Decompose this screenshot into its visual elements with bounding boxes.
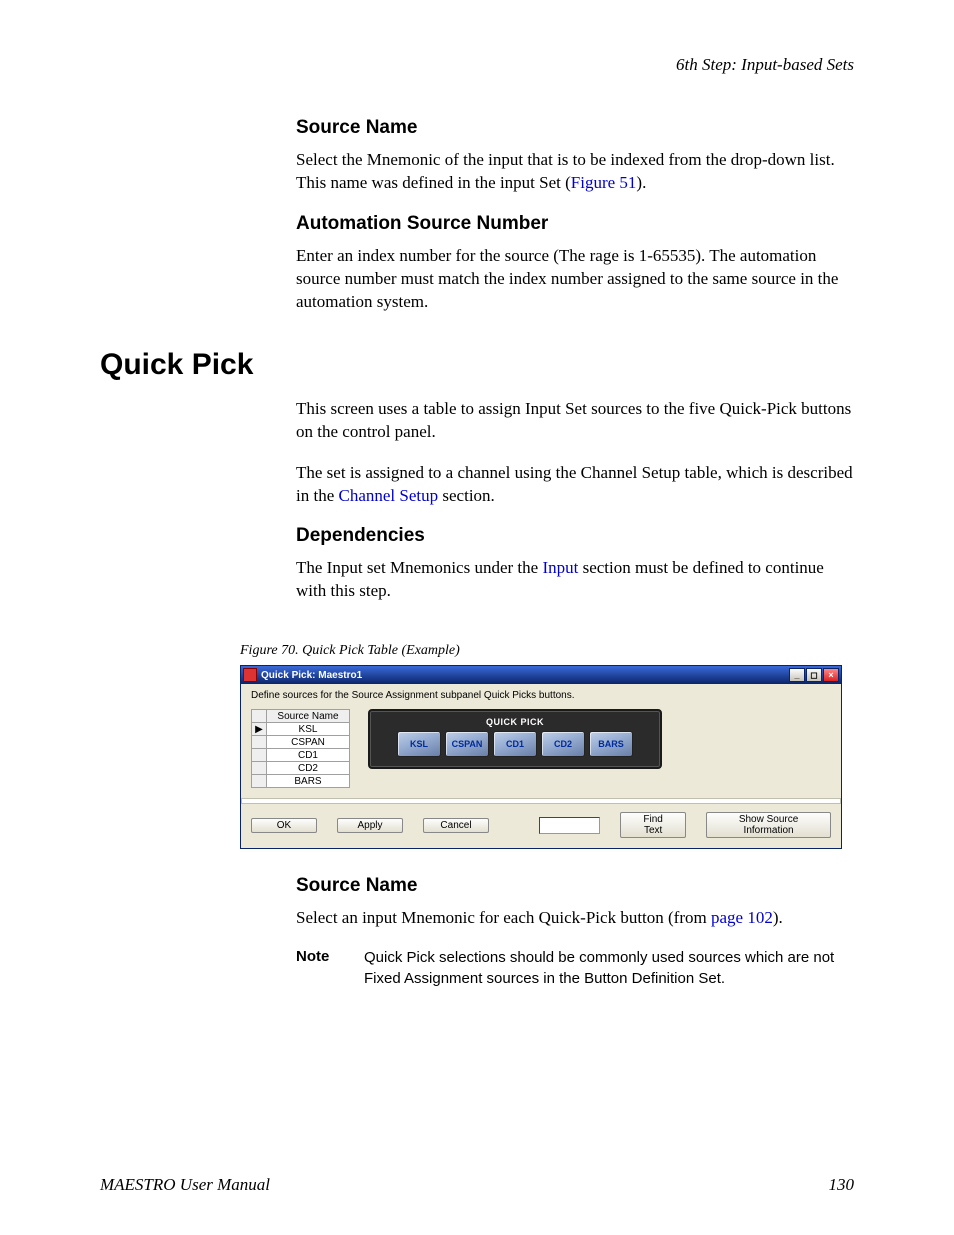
qp-button-3[interactable]: CD1 [493, 731, 537, 757]
source-grid[interactable]: Source Name ▶KSL CSPAN CD1 CD2 BARS [251, 709, 350, 788]
para-automation: Enter an index number for the source (Th… [296, 245, 854, 314]
find-text-button[interactable]: Find Text [620, 812, 686, 838]
cell[interactable]: CSPAN [267, 736, 350, 749]
footer-left: MAESTRO User Manual [100, 1175, 270, 1195]
para-source-name-2: Select an input Mnemonic for each Quick-… [296, 907, 854, 930]
para-source-name-1: Select the Mnemonic of the input that is… [296, 149, 854, 195]
table-row: CSPAN [252, 736, 350, 749]
divider [241, 798, 841, 804]
app-icon [243, 668, 257, 682]
link-channel-setup[interactable]: Channel Setup [339, 486, 439, 505]
row-selector[interactable] [252, 775, 267, 788]
note-label: Note [296, 948, 344, 989]
text: Select an input Mnemonic for each Quick-… [296, 908, 711, 927]
text: The Input set Mnemonics under the [296, 558, 542, 577]
running-head: 6th Step: Input-based Sets [100, 55, 854, 75]
para-qp-1: This screen uses a table to assign Input… [296, 398, 854, 444]
heading-source-name-1: Source Name [296, 117, 854, 139]
qp-button-5[interactable]: BARS [589, 731, 633, 757]
qp-button-1[interactable]: KSL [397, 731, 441, 757]
para-dependencies: The Input set Mnemonics under the Input … [296, 557, 854, 603]
row-selector[interactable] [252, 736, 267, 749]
qp-button-4[interactable]: CD2 [541, 731, 585, 757]
apply-button[interactable]: Apply [337, 818, 403, 833]
heading-automation-source-number: Automation Source Number [296, 213, 854, 235]
ok-button[interactable]: OK [251, 818, 317, 833]
footer-page-number: 130 [829, 1175, 855, 1195]
row-selector[interactable] [252, 762, 267, 775]
link-input[interactable]: Input [542, 558, 578, 577]
quick-pick-panel: QUICK PICK KSL CSPAN CD1 CD2 BARS [368, 709, 662, 769]
text: ). [636, 173, 646, 192]
table-row: CD2 [252, 762, 350, 775]
minimize-button[interactable]: _ [789, 668, 805, 682]
cancel-button[interactable]: Cancel [423, 818, 489, 833]
col-source-name[interactable]: Source Name [267, 710, 350, 723]
figure-caption: Figure 70. Quick Pick Table (Example) [240, 643, 854, 659]
cell[interactable]: CD2 [267, 762, 350, 775]
maximize-button[interactable]: ◻ [806, 668, 822, 682]
quick-pick-window: Quick Pick: Maestro1 _ ◻ × Define source… [240, 665, 842, 849]
heading-dependencies: Dependencies [296, 525, 854, 547]
table-row: BARS [252, 775, 350, 788]
qp-button-2[interactable]: CSPAN [445, 731, 489, 757]
row-selector[interactable] [252, 749, 267, 762]
quick-pick-label: QUICK PICK [380, 717, 650, 727]
find-text-input[interactable] [539, 817, 600, 834]
window-title: Quick Pick: Maestro1 [261, 670, 362, 681]
table-row: CD1 [252, 749, 350, 762]
text: Select the Mnemonic of the input that is… [296, 150, 835, 192]
para-qp-2: The set is assigned to a channel using t… [296, 462, 854, 508]
heading-quick-pick: Quick Pick [100, 348, 253, 382]
cell[interactable]: KSL [267, 723, 350, 736]
link-page-102[interactable]: page 102 [711, 908, 773, 927]
text: section. [438, 486, 495, 505]
note-body: Quick Pick selections should be commonly… [364, 948, 854, 989]
link-figure-51[interactable]: Figure 51 [571, 173, 637, 192]
heading-source-name-2: Source Name [296, 875, 854, 897]
text: ). [773, 908, 783, 927]
row-selector[interactable]: ▶ [252, 723, 267, 736]
titlebar[interactable]: Quick Pick: Maestro1 _ ◻ × [241, 666, 841, 684]
close-button[interactable]: × [823, 668, 839, 682]
table-row: ▶KSL [252, 723, 350, 736]
note-block: Note Quick Pick selections should be com… [296, 948, 854, 989]
show-source-info-button[interactable]: Show Source Information [706, 812, 831, 838]
cell[interactable]: CD1 [267, 749, 350, 762]
instruction-text: Define sources for the Source Assignment… [251, 690, 831, 701]
cell[interactable]: BARS [267, 775, 350, 788]
